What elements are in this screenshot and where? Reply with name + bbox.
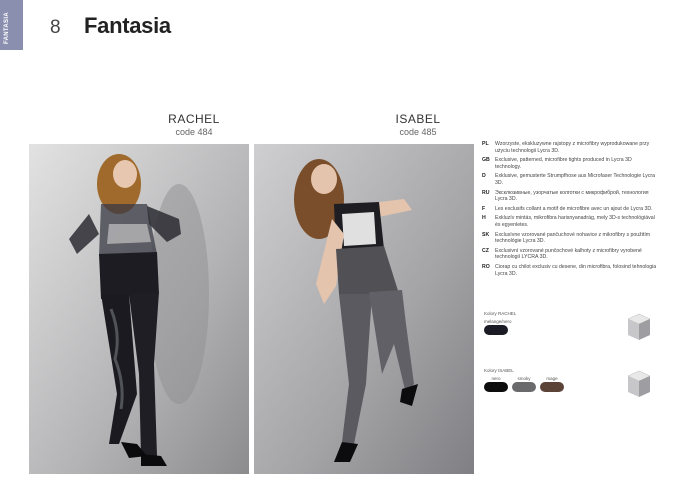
model-code: code 485	[399, 127, 437, 137]
description-text: Эксклюзивные, узорчатые колготки с микро…	[495, 189, 649, 203]
lang-code: RU	[482, 189, 490, 196]
lang-code: RO	[482, 263, 490, 270]
swatch-chip	[484, 324, 508, 335]
page-title: Fantasia	[84, 13, 171, 38]
swatch-label: smoky	[517, 375, 531, 381]
description-row: CZ Exclusivní vzorované punčochové kalhot…	[482, 248, 657, 261]
swatch-label: mage	[546, 375, 558, 381]
swatch-chip	[540, 381, 564, 392]
description-text: Ciorap cu chilot exclusiv cu desene, din…	[495, 263, 657, 277]
description-text: Exclusívne vzorované pančuchové nohavice…	[495, 231, 651, 245]
color-swatches-isabel: Kolory ISABEL nero smoky mage	[484, 368, 564, 392]
model-name: RACHEL	[168, 112, 220, 126]
description-text: Exclusive, patterned, microfibre tights …	[495, 157, 632, 170]
page-number: 8	[50, 17, 61, 38]
description-row: SK Exclusívne vzorované pančuchové nohavi…	[482, 232, 657, 245]
description-row: H Exkluzív mintás, mikrofibra harisnyanad…	[482, 215, 657, 228]
description-list: PL Wzorzyste, ekskluzywne rajstopy z micr…	[482, 141, 657, 280]
swatch-chip	[484, 381, 508, 392]
product-photo-rachel	[29, 144, 249, 474]
color-swatch: smoky	[512, 376, 536, 392]
side-tab-label: FANTASIA	[4, 12, 10, 44]
swatch-row: melange/nero	[484, 319, 516, 335]
color-swatches-rachel: Kolory RACHEL melange/nero	[484, 311, 516, 335]
product-package-icon	[627, 370, 651, 397]
description-text: Les exclusifs collant a motif de microfi…	[495, 205, 653, 212]
description-text: Exkluzív mintás, mikrofibra harisnyanadr…	[495, 215, 655, 228]
description-row: RO Ciorap cu chilot exclusiv cu desene, d…	[482, 264, 657, 277]
model-label-rachel: RACHEL code 484	[134, 112, 254, 137]
swatch-chip	[512, 381, 536, 392]
model-label-isabel: ISABEL code 485	[358, 112, 478, 137]
color-swatch: mage	[540, 376, 564, 392]
lang-code: SK	[482, 231, 490, 238]
model-figure-isabel	[254, 144, 474, 474]
description-text: Exklusive, gemusterte Strumpfhose aus Mi…	[495, 173, 656, 186]
lang-code: F	[482, 205, 486, 212]
swatch-caption: Kolory ISABEL	[484, 368, 514, 373]
model-figure-rachel	[29, 144, 249, 474]
model-code: code 484	[175, 127, 213, 137]
description-row: D Exklusive, gemusterte Strumpfhose aus M…	[482, 173, 657, 186]
lang-code: H	[482, 215, 486, 222]
description-row: PL Wzorzyste, ekskluzywne rajstopy z micr…	[482, 141, 657, 154]
description-text: Exclusivní vzorované punčochové kalhoty …	[495, 247, 642, 261]
lang-code: GB	[482, 157, 490, 164]
swatch-caption: Kolory RACHEL	[484, 311, 517, 316]
model-name: ISABEL	[395, 112, 441, 126]
lang-code: D	[482, 173, 486, 180]
product-package-icon	[627, 313, 651, 340]
section-side-tab: FANTASIA	[0, 0, 23, 50]
color-swatch: melange/nero	[484, 318, 512, 335]
lang-code: CZ	[482, 247, 489, 254]
swatch-label: nero	[491, 375, 501, 381]
description-row: GB Exclusive, patterned, microfibre tight…	[482, 157, 657, 170]
swatch-row: nero smoky mage	[484, 376, 564, 392]
description-row: RU Эксклюзивные, узорчатые колготки с мик…	[482, 190, 657, 203]
swatch-label: melange/nero	[484, 318, 512, 324]
color-swatch: nero	[484, 376, 508, 392]
product-photo-isabel	[254, 144, 474, 474]
description-text: Wzorzyste, ekskluzywne rajstopy z microf…	[495, 141, 650, 154]
lang-code: PL	[482, 141, 489, 147]
description-row: F Les exclusifs collant a motif de microf…	[482, 206, 657, 213]
